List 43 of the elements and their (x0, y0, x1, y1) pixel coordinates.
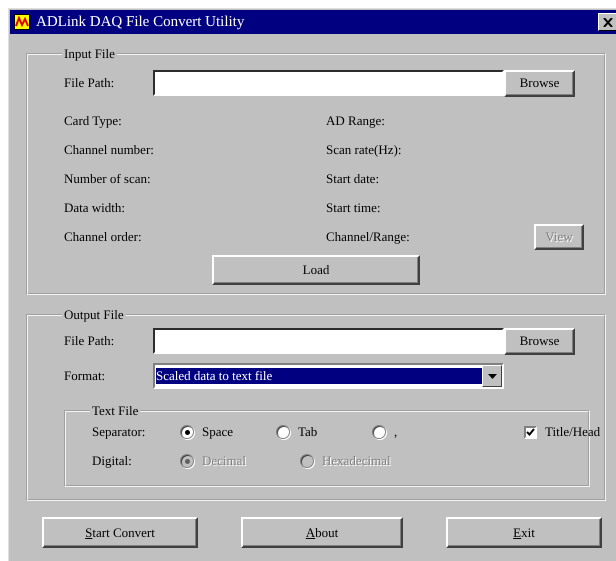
field-label: Format: (64, 368, 106, 384)
info-label: Channel number: (64, 142, 154, 158)
field-label: Separator: (92, 424, 146, 440)
format-dropdown[interactable]: Scaled data to text file (153, 363, 504, 389)
radio-button[interactable] (276, 425, 290, 439)
info-label: Data width: (64, 200, 126, 216)
radio-label: Hexadecimal (322, 453, 391, 469)
group-label: Text File (91, 403, 140, 419)
info-label: Start time: (326, 200, 381, 216)
browse-button[interactable]: Browse (504, 70, 575, 96)
field-label: File Path: (64, 333, 116, 349)
file-path-field[interactable] (153, 70, 504, 96)
checkbox-label: Title/Head (545, 424, 600, 440)
caret-icon (488, 374, 496, 378)
load-button[interactable]: Load (212, 255, 420, 285)
radio-label: , (394, 424, 398, 440)
radio-button[interactable] (372, 425, 386, 439)
file-path-field[interactable] (153, 328, 504, 354)
app-icon (14, 14, 30, 30)
info-label: Number of scan: (64, 170, 151, 186)
action-button[interactable]: About (241, 517, 403, 548)
field-label: File Path: (64, 75, 116, 91)
field-label: Digital: (92, 453, 133, 469)
info-label: Start date: (326, 170, 380, 186)
action-button[interactable]: Start Convert (42, 517, 198, 548)
radio-label: Tab (298, 424, 318, 440)
radio-label: Space (202, 424, 234, 440)
checkbox[interactable] (524, 426, 537, 438)
info-label: Card Type: (64, 112, 122, 128)
dropdown-arrow-button[interactable] (482, 365, 502, 387)
info-label: AD Range: (326, 112, 385, 128)
group-label: Input File (63, 46, 116, 62)
browse-button[interactable]: Browse (504, 328, 575, 354)
radio-label: Decimal (202, 453, 246, 469)
info-label: Scan rate(Hz): (326, 142, 402, 158)
group-label: Output File (63, 307, 125, 323)
close-button[interactable] (598, 13, 616, 31)
action-button[interactable]: Exit (446, 517, 602, 548)
info-label: Channel/Range: (326, 228, 410, 244)
window-title: ADLink DAQ File Convert Utility (36, 14, 246, 30)
close-icon (603, 18, 613, 26)
info-label: Channel order: (64, 228, 142, 244)
radio-button[interactable] (180, 425, 194, 439)
